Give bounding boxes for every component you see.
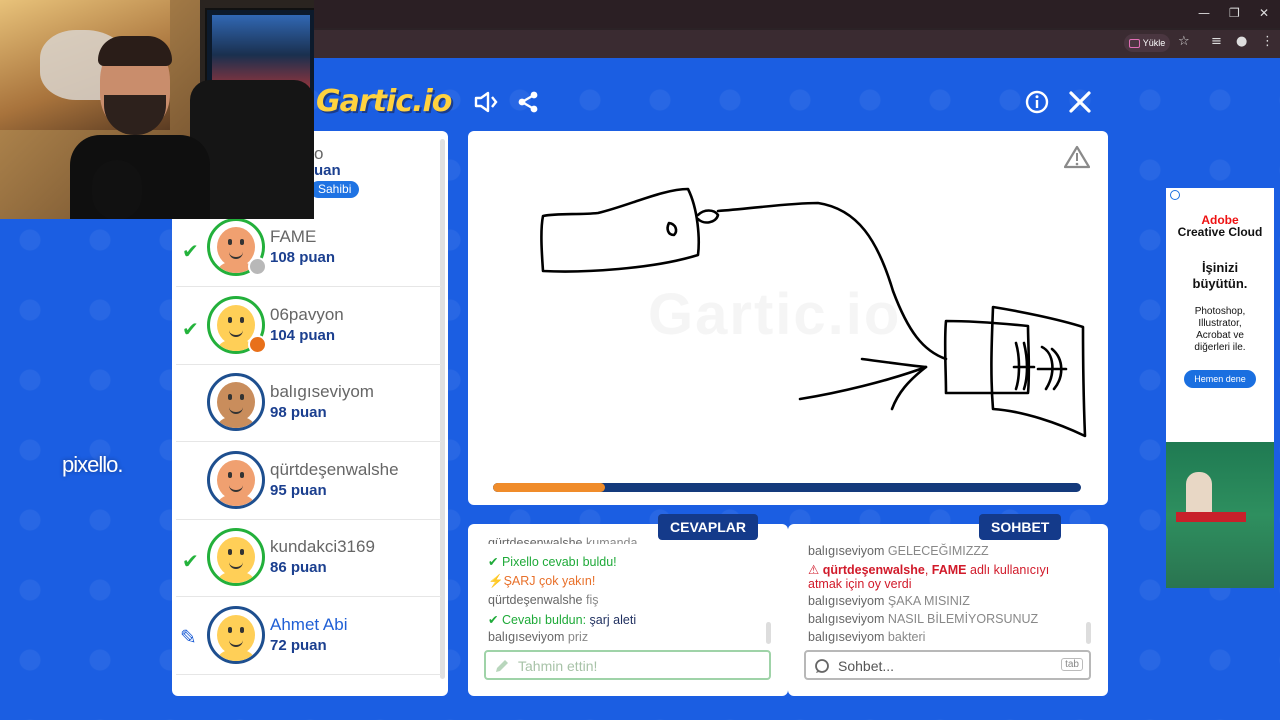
chat-bubble-icon (815, 659, 829, 673)
player-row[interactable]: qürtdeşenwalshe 95 puan (176, 442, 441, 520)
check-icon: ✔ (488, 613, 499, 627)
answer-message: ✔ Pixello cevabı buldu! (488, 555, 617, 569)
round-timer-bar (493, 483, 1081, 492)
upload-button[interactable]: Yükle (1124, 34, 1170, 52)
answers-scrollbar[interactable] (766, 622, 771, 644)
upload-icon (1128, 38, 1140, 48)
guess-input[interactable]: Tahmin ettin! (484, 650, 771, 680)
adobe-ad[interactable]: Adobe Creative Cloud İşinizi büyütün. Phot… (1166, 188, 1274, 588)
room-owner-badge: Sahibi (310, 181, 360, 198)
answer-message: qürtdeşenwalshe fiş (488, 593, 599, 607)
minimize-icon[interactable]: — (1198, 6, 1210, 20)
player-name: FAME (270, 227, 317, 246)
chat-tab-label: SOHBET (979, 514, 1062, 540)
media-control-icon[interactable]: ≡ (1211, 34, 1222, 49)
avatar (207, 373, 265, 431)
answers-panel: qürtdeşenwalshe kumanda ✔ Pixello cevabı… (468, 524, 788, 696)
speaker-icon (474, 91, 498, 113)
owner-name: o (314, 144, 324, 163)
check-icon: ✔ (488, 555, 499, 569)
owner-score: uan (314, 162, 341, 179)
info-icon (1025, 90, 1049, 114)
ad-brand: Adobe Creative Cloud (1177, 213, 1263, 239)
sound-toggle-button[interactable] (472, 88, 500, 116)
chat-input-placeholder: Sohbet... (838, 658, 895, 674)
pencil-icon (496, 660, 508, 672)
close-icon (1069, 91, 1091, 113)
answers-tab-label: CEVAPLAR (658, 514, 758, 540)
exit-button[interactable] (1066, 88, 1094, 116)
player-score: 108 puan (270, 249, 336, 266)
avatar (207, 450, 265, 509)
share-icon (518, 91, 538, 113)
check-icon: ✔ (182, 239, 199, 263)
status-badge (248, 334, 267, 354)
check-icon: ✔ (182, 316, 199, 341)
profile-icon[interactable]: ● (1236, 34, 1247, 49)
gartic-logo: Gartic.io (316, 84, 452, 119)
chat-vote-message: ⚠ qürtdeşenwalshe, FAME adlı kullanıcıyı… (808, 563, 1050, 591)
player-name: kundakci3169 (270, 537, 375, 556)
answer-message: qürtdeşenwalshe kumanda (488, 536, 638, 544)
chat-message: balıgıseviyom GELECEĞIMIZZZ (808, 544, 989, 558)
streamer-watermark: pixello. (62, 452, 123, 477)
player-row[interactable]: ✔ 06pavyon 104 puan (176, 287, 441, 365)
drawing-strokes (540, 187, 1087, 438)
player-score: 86 puan (270, 559, 327, 576)
answer-message: balıgıseviyom priz (488, 630, 589, 644)
player-row[interactable]: ✔ FAME 108 puan (176, 209, 441, 287)
upload-label: Yükle (1142, 38, 1166, 48)
chat-message: balıgıseviyom NASIL BİLEMİYORSUNUZ (808, 612, 1039, 626)
streamer (70, 36, 210, 219)
chat-message: balıgıseviyom ŞAKA MISINIZ (808, 594, 970, 608)
player-name: 06pavyon (270, 304, 344, 324)
pencil-icon: ✎ (180, 624, 197, 649)
player-row[interactable]: ✔ kundakci3169 86 puan (176, 519, 441, 597)
warning-icon (1063, 145, 1091, 169)
guess-input-placeholder: Tahmin ettin! (518, 658, 598, 674)
round-timer-fill (493, 483, 605, 492)
ad-body: Photoshop, Illustrator, Acrobat ve diğerler… (1194, 306, 1246, 353)
microphone (92, 160, 142, 219)
player-name: qürtdeşenwalshe (270, 459, 399, 479)
webcam-overlay (0, 0, 314, 219)
info-button[interactable] (1023, 88, 1051, 116)
status-badge (248, 257, 267, 276)
chat-input[interactable]: Sohbet... tab (804, 650, 1091, 680)
answer-message: ✔ Cevabı buldun: şarj aleti (488, 613, 637, 627)
avatar (207, 605, 265, 664)
warning-small-icon: ⚠ (808, 563, 820, 577)
chat-scrollbar[interactable] (1086, 622, 1091, 644)
player-name: balıgıseviyom (270, 382, 374, 401)
ad-info-icon[interactable] (1170, 190, 1180, 200)
player-score: 95 puan (270, 481, 327, 499)
chat-panel: balıgıseviyom GELECEĞIMIZZZ ⚠ qürtdeşenw… (788, 524, 1108, 696)
restore-icon[interactable]: ❐ (1229, 6, 1240, 20)
bookmark-star-icon[interactable]: ☆ (1178, 34, 1190, 49)
answer-message: ⚡ŞARJ çok yakın! (488, 574, 596, 588)
report-drawing-button[interactable] (1063, 145, 1091, 173)
chat-message: balıgıseviyom bakteri (808, 630, 926, 644)
ad-headline: İşinizi büyütün. (1192, 260, 1248, 291)
player-row[interactable]: balıgıseviyom 98 puan (176, 364, 441, 442)
tab-key-hint: tab (1061, 658, 1083, 671)
player-name: Ahmet Abi (270, 614, 348, 634)
share-button[interactable] (514, 88, 542, 116)
ad-photo (1166, 442, 1274, 588)
check-icon: ✔ (182, 549, 199, 573)
close-window-icon[interactable]: ✕ (1259, 6, 1269, 20)
player-score: 72 puan (270, 636, 327, 654)
avatar (207, 528, 265, 586)
lightning-icon: ⚡ (488, 574, 504, 588)
drawing-canvas[interactable]: Gartic.io (468, 131, 1108, 505)
player-score: 98 puan (270, 404, 327, 421)
player-score: 104 puan (270, 326, 336, 344)
browser-menu-icon[interactable]: ⋮ (1261, 34, 1274, 49)
player-row[interactable]: ✎ Ahmet Abi 72 puan (176, 597, 441, 675)
ad-cta-button[interactable]: Hemen dene (1184, 370, 1256, 388)
